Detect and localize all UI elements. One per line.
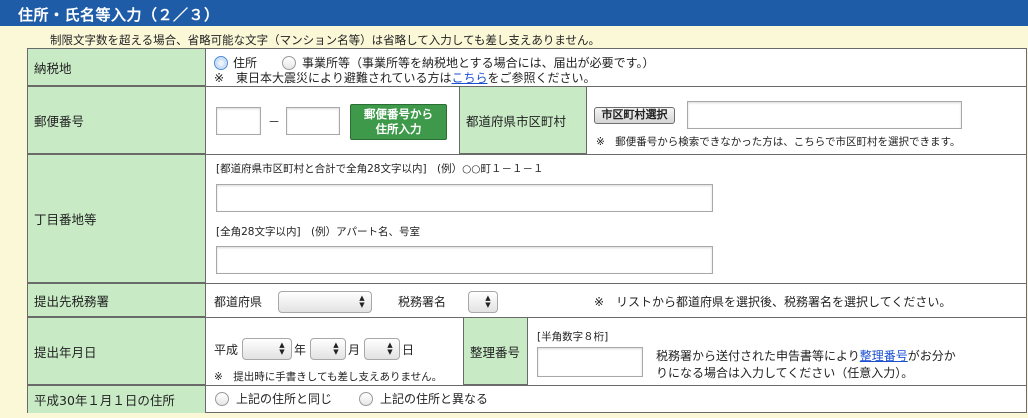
select-arrows-icon: ▲ ▼ xyxy=(387,341,393,356)
chome-label: 丁目番地等 xyxy=(28,155,206,283)
pref-city-label-text: 都道府県市区町村 xyxy=(466,113,567,129)
radio-same-address[interactable] xyxy=(215,392,229,406)
evacuee-link[interactable]: こちら xyxy=(451,71,487,85)
month-select[interactable]: ▲ ▼ xyxy=(310,338,346,360)
select-arrows-icon: ▲ ▼ xyxy=(279,341,285,356)
zip-second-input[interactable] xyxy=(286,107,340,135)
zip-first-input[interactable] xyxy=(216,107,261,135)
option-diff-label[interactable]: 上記の住所と異なる xyxy=(380,390,488,407)
radio-address[interactable] xyxy=(214,56,228,70)
office-label: 提出先税務署 xyxy=(28,284,206,317)
city-note: ※ 郵便番号から検索できなかった方は、こちらで市区町村を選択できます。 xyxy=(596,136,961,148)
select-arrows-icon: ▲ ▼ xyxy=(359,294,365,309)
year-select[interactable]: ▲ ▼ xyxy=(242,338,292,360)
chome-hint-2: [全角28文字以内] (例）アパート名、号室 xyxy=(216,226,420,238)
pref-city-label: 都道府県市区町村 xyxy=(459,87,587,154)
evacuee-note-suffix: をご参照ください。 xyxy=(487,71,596,85)
office-note: ※ リストから都道府県を選択後、税務署名を選択してください。 xyxy=(594,295,952,309)
day-select[interactable]: ▲ ▼ xyxy=(364,338,400,360)
year-unit: 年 xyxy=(294,343,307,357)
chome-input-2[interactable] xyxy=(216,246,713,274)
office-pref-label: 都道府県 xyxy=(214,295,263,309)
top-note: 制限文字数を超える場合、省略可能な文字（マンション名等）は省略して入力しても差し… xyxy=(50,33,601,47)
select-arrows-icon: ▲ ▼ xyxy=(333,341,339,356)
city-select-button-label: 市区町村選択 xyxy=(601,108,668,121)
office-select[interactable]: ▲ ▼ xyxy=(468,291,498,313)
date-note: ※ 提出時に手書きしても差し支えありません。 xyxy=(214,371,443,383)
postal-label-text: 郵便番号 xyxy=(34,113,85,129)
chome-label-text: 丁目番地等 xyxy=(34,212,97,227)
evacuee-note-prefix: ※ 東日本大震災により避難されている方は xyxy=(214,71,452,85)
seiri-link[interactable]: 整理番号 xyxy=(860,349,908,363)
date-label-text: 提出年月日 xyxy=(34,344,97,360)
nozeichi-label-text: 納税地 xyxy=(34,60,72,76)
zip-lookup-button[interactable]: 郵便番号から 住所入力 xyxy=(350,104,447,140)
city-input[interactable] xyxy=(687,101,962,129)
seiri-note-prefix: 税務署から送付された申告書等により xyxy=(656,349,860,363)
form-table: 納税地 住所 事業所等（事業所等を納税地とする場合には、届出が必要です。） ※ … xyxy=(27,48,1027,413)
day-unit: 日 xyxy=(402,343,415,357)
seiri-note-mid: がお分か xyxy=(907,349,956,363)
zip-lookup-line1: 郵便番号から xyxy=(364,107,433,121)
date-label: 提出年月日 xyxy=(28,318,206,385)
nozeichi-label: 納税地 xyxy=(28,49,206,86)
office-name-label: 税務署名 xyxy=(398,295,447,309)
option-same-label[interactable]: 上記の住所と同じ xyxy=(236,390,332,407)
chome-input-1[interactable] xyxy=(216,184,713,212)
seiri-hint: [半角数字８桁] xyxy=(537,331,609,343)
select-arrows-icon: ▲ ▼ xyxy=(485,294,491,309)
chome-hint-1: [都道府県市区町村と合計で全角28文字以内] (例）○○町１－１－１ xyxy=(216,163,544,175)
seiri-note-line1: 税務署から送付された申告書等により整理番号がお分か xyxy=(656,347,956,364)
office-label-text: 提出先税務署 xyxy=(34,293,110,309)
month-unit: 月 xyxy=(348,343,361,357)
page-title: 住所・氏名等入力（２／３） xyxy=(18,6,220,24)
h30-label: 平成30年１月１日の住所 xyxy=(28,386,206,413)
seiri-label-text: 整理番号 xyxy=(470,344,521,360)
zip-lookup-line2: 住所入力 xyxy=(375,122,422,136)
city-select-button[interactable]: 市区町村選択 xyxy=(594,107,675,124)
radio-office[interactable] xyxy=(282,56,296,70)
seiri-note-line2: りになる場合は入力してください（任意入力）。 xyxy=(656,366,914,380)
pref-select[interactable]: ▲ ▼ xyxy=(278,291,372,313)
seiri-input[interactable] xyxy=(537,347,643,377)
era-label: 平成 xyxy=(214,343,239,357)
h30-label-text: 平成30年１月１日の住所 xyxy=(34,393,175,408)
title-bar: 住所・氏名等入力（２／３） xyxy=(0,0,1028,26)
evacuee-note: ※ 東日本大震災により避難されている方はこちらをご参照ください。 xyxy=(214,69,596,86)
zip-dash: － xyxy=(268,115,281,129)
seiri-label: 整理番号 xyxy=(463,318,528,385)
postal-label: 郵便番号 xyxy=(28,87,206,154)
radio-different-address[interactable] xyxy=(359,392,373,406)
